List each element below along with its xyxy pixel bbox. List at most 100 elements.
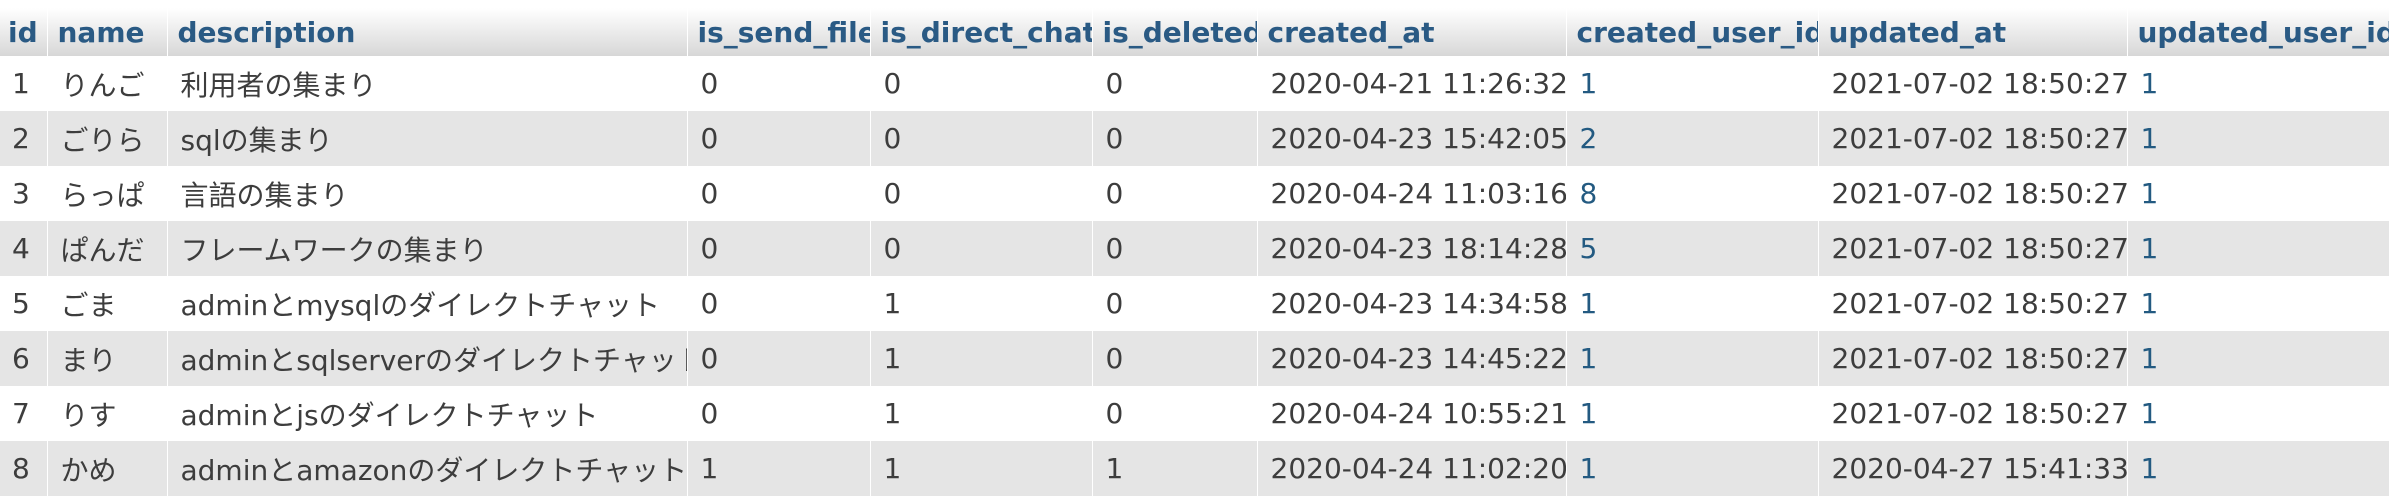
table-row[interactable]: 5 ごま adminとmysqlのダイレクトチャット 0 1 0 2020-04… (0, 276, 2389, 331)
cell-updated-user-id-link[interactable]: 1 (2127, 386, 2389, 441)
column-header-id[interactable]: id (0, 8, 48, 56)
cell-is-send-file: 0 (687, 166, 871, 221)
table-row[interactable]: 4 ぱんだ フレームワークの集まり 0 0 0 2020-04-23 18:14… (0, 221, 2389, 276)
cell-is-send-file: 0 (687, 56, 871, 111)
table-row[interactable]: 1 りんご 利用者の集まり 0 0 0 2020-04-21 11:26:32 … (0, 56, 2389, 111)
column-header-created-user-id[interactable]: created_user_id (1566, 8, 1819, 56)
cell-is-direct-chat: 0 (870, 166, 1093, 221)
cell-name: かめ (47, 441, 168, 496)
column-header-description[interactable]: description (167, 8, 688, 56)
cell-updated-user-id-link[interactable]: 1 (2127, 441, 2389, 496)
cell-created-user-id-link[interactable]: 1 (1566, 386, 1819, 441)
cell-is-direct-chat: 1 (870, 441, 1093, 496)
cell-id: 5 (0, 276, 48, 331)
cell-name: ごりら (47, 111, 168, 166)
cell-created-at: 2020-04-24 11:03:16 (1257, 166, 1567, 221)
column-header-is-direct-chat[interactable]: is_direct_chat (870, 8, 1093, 56)
cell-name: ぱんだ (47, 221, 168, 276)
cell-id: 3 (0, 166, 48, 221)
cell-is-direct-chat: 0 (870, 221, 1093, 276)
table-row[interactable]: 2 ごりら sqlの集まり 0 0 0 2020-04-23 15:42:05 … (0, 111, 2389, 166)
cell-is-send-file: 0 (687, 221, 871, 276)
cell-created-at: 2020-04-23 18:14:28 (1257, 221, 1567, 276)
cell-is-send-file: 0 (687, 331, 871, 386)
cell-id: 1 (0, 56, 48, 111)
cell-updated-user-id-link[interactable]: 1 (2127, 221, 2389, 276)
cell-is-deleted: 0 (1092, 386, 1258, 441)
column-header-name[interactable]: name (47, 8, 168, 56)
results-table: id name description is_send_file is_dire… (0, 8, 2389, 496)
table-row[interactable]: 6 まり adminとsqlserverのダイレクトチャット 0 1 0 202… (0, 331, 2389, 386)
cell-is-deleted: 0 (1092, 331, 1258, 386)
cell-id: 2 (0, 111, 48, 166)
cell-created-at: 2020-04-23 14:45:22 (1257, 331, 1567, 386)
cell-name: まり (47, 331, 168, 386)
cell-created-user-id-link[interactable]: 1 (1566, 56, 1819, 111)
cell-updated-user-id-link[interactable]: 1 (2127, 166, 2389, 221)
cell-is-direct-chat: 0 (870, 56, 1093, 111)
header-row: id name description is_send_file is_dire… (0, 8, 2389, 56)
cell-updated-at: 2021-07-02 18:50:27 (1818, 276, 2128, 331)
cell-description: 言語の集まり (167, 166, 688, 221)
cell-updated-at: 2021-07-02 18:50:27 (1818, 111, 2128, 166)
cell-id: 6 (0, 331, 48, 386)
cell-name: ごま (47, 276, 168, 331)
cell-is-deleted: 1 (1092, 441, 1258, 496)
column-header-is-deleted[interactable]: is_deleted (1092, 8, 1258, 56)
cell-updated-user-id-link[interactable]: 1 (2127, 276, 2389, 331)
results-table-container: id name description is_send_file is_dire… (0, 8, 2389, 496)
cell-updated-user-id-link[interactable]: 1 (2127, 56, 2389, 111)
cell-name: りんご (47, 56, 168, 111)
cell-is-direct-chat: 0 (870, 111, 1093, 166)
cell-id: 8 (0, 441, 48, 496)
table-row[interactable]: 8 かめ adminとamazonのダイレクトチャット 1 1 1 2020-0… (0, 441, 2389, 496)
cell-is-deleted: 0 (1092, 221, 1258, 276)
cell-name: りす (47, 386, 168, 441)
cell-created-at: 2020-04-21 11:26:32 (1257, 56, 1567, 111)
cell-id: 4 (0, 221, 48, 276)
cell-updated-at: 2020-04-27 15:41:33 (1818, 441, 2128, 496)
table-row[interactable]: 3 らっぱ 言語の集まり 0 0 0 2020-04-24 11:03:16 8… (0, 166, 2389, 221)
cell-is-send-file: 0 (687, 276, 871, 331)
cell-is-send-file: 0 (687, 386, 871, 441)
cell-updated-user-id-link[interactable]: 1 (2127, 331, 2389, 386)
cell-description: adminとmysqlのダイレクトチャット (167, 276, 688, 331)
cell-created-user-id-link[interactable]: 1 (1566, 441, 1819, 496)
cell-updated-at: 2021-07-02 18:50:27 (1818, 221, 2128, 276)
cell-created-user-id-link[interactable]: 1 (1566, 276, 1819, 331)
cell-is-direct-chat: 1 (870, 331, 1093, 386)
cell-created-user-id-link[interactable]: 1 (1566, 331, 1819, 386)
cell-updated-at: 2021-07-02 18:50:27 (1818, 386, 2128, 441)
cell-is-deleted: 0 (1092, 111, 1258, 166)
cell-description: フレームワークの集まり (167, 221, 688, 276)
cell-updated-at: 2021-07-02 18:50:27 (1818, 56, 2128, 111)
cell-created-user-id-link[interactable]: 5 (1566, 221, 1819, 276)
cell-description: adminとsqlserverのダイレクトチャット (167, 331, 688, 386)
cell-is-deleted: 0 (1092, 276, 1258, 331)
table-row[interactable]: 7 りす adminとjsのダイレクトチャット 0 1 0 2020-04-24… (0, 386, 2389, 441)
cell-updated-at: 2021-07-02 18:50:27 (1818, 331, 2128, 386)
cell-id: 7 (0, 386, 48, 441)
cell-is-deleted: 0 (1092, 166, 1258, 221)
cell-is-direct-chat: 1 (870, 386, 1093, 441)
cell-description: adminとjsのダイレクトチャット (167, 386, 688, 441)
cell-created-at: 2020-04-24 11:02:20 (1257, 441, 1567, 496)
column-header-updated-user-id[interactable]: updated_user_id (2127, 8, 2389, 56)
column-header-updated-at[interactable]: updated_at (1818, 8, 2128, 56)
cell-updated-user-id-link[interactable]: 1 (2127, 111, 2389, 166)
cell-created-at: 2020-04-23 14:34:58 (1257, 276, 1567, 331)
cell-created-user-id-link[interactable]: 8 (1566, 166, 1819, 221)
cell-is-direct-chat: 1 (870, 276, 1093, 331)
column-header-is-send-file[interactable]: is_send_file (687, 8, 871, 56)
cell-description: adminとamazonのダイレクトチャット (167, 441, 688, 496)
cell-description: 利用者の集まり (167, 56, 688, 111)
cell-created-at: 2020-04-24 10:55:21 (1257, 386, 1567, 441)
cell-is-send-file: 1 (687, 441, 871, 496)
cell-updated-at: 2021-07-02 18:50:27 (1818, 166, 2128, 221)
cell-description: sqlの集まり (167, 111, 688, 166)
cell-name: らっぱ (47, 166, 168, 221)
column-header-created-at[interactable]: created_at (1257, 8, 1567, 56)
cell-created-user-id-link[interactable]: 2 (1566, 111, 1819, 166)
cell-is-deleted: 0 (1092, 56, 1258, 111)
cell-is-send-file: 0 (687, 111, 871, 166)
